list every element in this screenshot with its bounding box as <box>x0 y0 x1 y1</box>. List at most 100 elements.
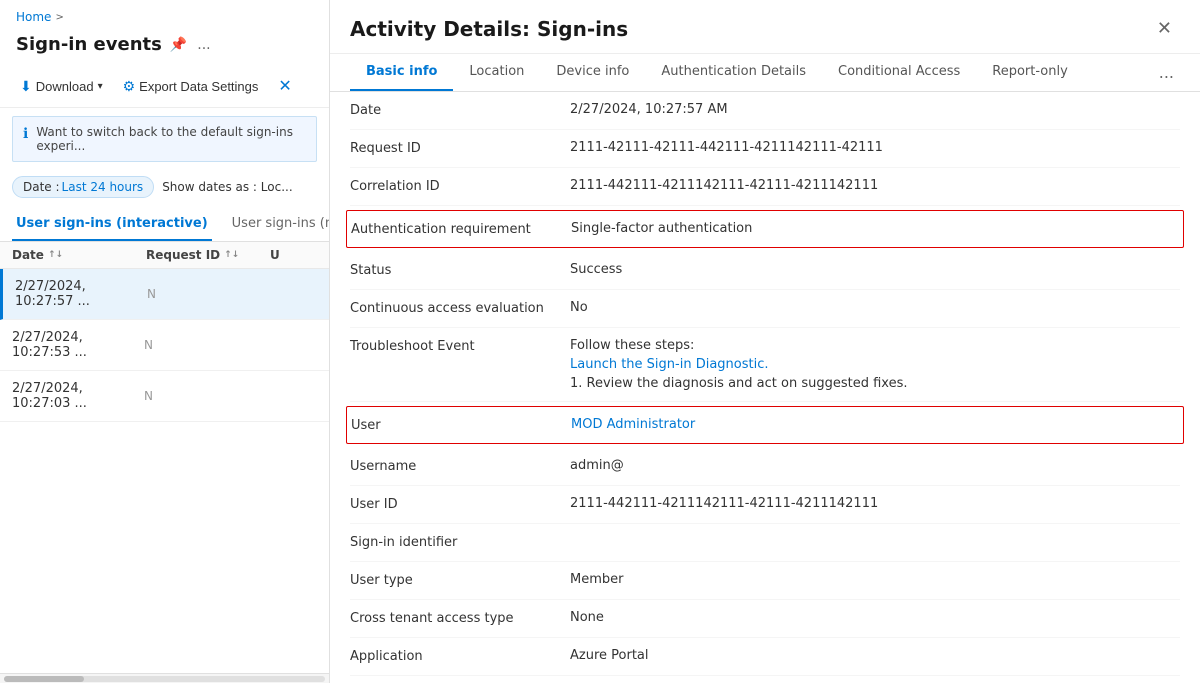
pin-icon[interactable]: 📌 <box>170 37 187 53</box>
detail-row-user-id: User ID 2111-442111-4211142111-42111-421… <box>350 486 1180 524</box>
value-user-type: Member <box>570 572 1180 587</box>
table-row[interactable]: 2/27/2024, 10:27:53 ... N <box>0 320 329 371</box>
table-header: Date ↑↓ Request ID ↑↓ U <box>0 242 329 269</box>
value-cross-tenant: None <box>570 610 1180 625</box>
label-user: User <box>351 417 571 433</box>
tab-report-only[interactable]: Report-only <box>976 54 1084 91</box>
tab-basic-info[interactable]: Basic info <box>350 54 453 91</box>
detail-row-cross-tenant: Cross tenant access type None <box>350 600 1180 638</box>
table-body: 2/27/2024, 10:27:57 ... N 2/27/2024, 10:… <box>0 269 329 673</box>
row-reqid: N <box>144 338 264 352</box>
value-application: Azure Portal <box>570 648 1180 663</box>
download-button[interactable]: ⬇ Download ▾ <box>12 73 111 100</box>
detail-row-user: User MOD Administrator <box>346 406 1184 444</box>
label-user-id: User ID <box>350 496 570 512</box>
label-application: Application <box>350 648 570 664</box>
export-label: Export Data Settings <box>139 79 258 94</box>
date-filter-chip[interactable]: Date : Last 24 hours <box>12 176 154 198</box>
detail-row-application: Application Azure Portal <box>350 638 1180 676</box>
panel-header: Activity Details: Sign-ins ✕ <box>330 0 1200 54</box>
value-continuous-access: No <box>570 300 1180 315</box>
label-signin-identifier: Sign-in identifier <box>350 534 570 550</box>
more-options-icon[interactable]: ... <box>197 37 210 53</box>
filter-row: Date : Last 24 hours Show dates as : Loc… <box>0 170 329 204</box>
troubleshoot-label: Troubleshoot Event <box>350 338 570 354</box>
detail-row-date: Date 2/27/2024, 10:27:57 AM <box>350 92 1180 130</box>
download-icon: ⬇ <box>20 78 32 95</box>
row-date: 2/27/2024, 10:27:03 ... <box>12 381 140 411</box>
reqid-sort-icon[interactable]: ↑↓ <box>224 250 239 260</box>
detail-row-status: Status Success <box>350 252 1180 290</box>
label-request-id: Request ID <box>350 140 570 156</box>
download-label: Download <box>36 79 94 94</box>
show-dates-label: Show dates as : Loc... <box>162 180 292 194</box>
detail-row-continuous-access: Continuous access evaluation No <box>350 290 1180 328</box>
tab-conditional-access[interactable]: Conditional Access <box>822 54 976 91</box>
breadcrumb: Home > <box>0 0 329 30</box>
value-username: admin@ <box>570 458 1180 473</box>
troubleshoot-section: Troubleshoot Event Follow these steps: L… <box>350 328 1180 402</box>
col-header-reqid: Request ID ↑↓ <box>146 248 266 262</box>
left-panel: Home > Sign-in events 📌 ... ⬇ Download ▾… <box>0 0 330 683</box>
table-row[interactable]: 2/27/2024, 10:27:03 ... N <box>0 371 329 422</box>
info-icon: ℹ <box>23 126 28 142</box>
tab-interactive[interactable]: User sign-ins (interactive) <box>12 208 212 241</box>
value-auth-requirement: Single-factor authentication <box>571 221 1179 236</box>
troubleshoot-steps-text: Follow these steps: <box>570 338 1180 353</box>
panel-tabs-more-icon[interactable]: ... <box>1153 55 1180 90</box>
value-user-link[interactable]: MOD Administrator <box>571 417 1179 432</box>
panel-content: Date 2/27/2024, 10:27:57 AM Request ID 2… <box>330 92 1200 683</box>
tab-device-info[interactable]: Device info <box>540 54 645 91</box>
detail-row-correlation-id: Correlation ID 2111-442111-4211142111-42… <box>350 168 1180 206</box>
label-username: Username <box>350 458 570 474</box>
row-reqid: N <box>147 287 267 301</box>
value-date: 2/27/2024, 10:27:57 AM <box>570 102 1180 117</box>
info-banner-text: Want to switch back to the default sign-… <box>36 125 306 153</box>
troubleshoot-review-text: 1. Review the diagnosis and act on sugge… <box>570 376 1180 391</box>
label-auth-requirement: Authentication requirement <box>351 221 571 237</box>
detail-row-signin-identifier: Sign-in identifier <box>350 524 1180 562</box>
left-tabs: User sign-ins (interactive) User sign-in… <box>0 208 329 242</box>
date-chip-value: Last 24 hours <box>62 180 144 194</box>
tab-auth-details[interactable]: Authentication Details <box>645 54 822 91</box>
dismiss-button[interactable]: ✕ <box>270 71 299 101</box>
col-header-u: U <box>270 248 317 262</box>
tab-location[interactable]: Location <box>453 54 540 91</box>
value-status: Success <box>570 262 1180 277</box>
download-chevron: ▾ <box>98 81 103 92</box>
breadcrumb-chevron: > <box>55 12 63 23</box>
detail-row-username: Username admin@ <box>350 448 1180 486</box>
horizontal-scrollbar[interactable] <box>0 673 329 683</box>
close-panel-button[interactable]: ✕ <box>1149 14 1180 43</box>
row-date: 2/27/2024, 10:27:53 ... <box>12 330 140 360</box>
gear-icon: ⚙ <box>123 78 136 95</box>
page-title: Sign-in events <box>16 34 162 55</box>
label-date: Date <box>350 102 570 118</box>
value-request-id: 2111-42111-42111-442111-4211142111-42111 <box>570 140 1180 155</box>
row-date: 2/27/2024, 10:27:57 ... <box>15 279 143 309</box>
close-x-icon: ✕ <box>278 76 291 96</box>
troubleshoot-content: Follow these steps: Launch the Sign-in D… <box>570 338 1180 391</box>
label-user-type: User type <box>350 572 570 588</box>
col-header-date: Date ↑↓ <box>12 248 142 262</box>
page-title-row: Sign-in events 📌 ... <box>0 30 329 65</box>
label-status: Status <box>350 262 570 278</box>
toolbar: ⬇ Download ▾ ⚙ Export Data Settings ✕ <box>0 65 329 108</box>
panel-title: Activity Details: Sign-ins <box>350 17 628 41</box>
date-chip-label: Date : <box>23 180 60 194</box>
value-correlation-id: 2111-442111-4211142111-42111-4211142111 <box>570 178 1180 193</box>
table-row[interactable]: 2/27/2024, 10:27:57 ... N <box>0 269 329 320</box>
label-cross-tenant: Cross tenant access type <box>350 610 570 626</box>
tab-non-interactive[interactable]: User sign-ins (non... <box>228 208 330 241</box>
detail-row-auth-requirement: Authentication requirement Single-factor… <box>346 210 1184 248</box>
right-panel: Activity Details: Sign-ins ✕ Basic info … <box>330 0 1200 683</box>
date-sort-icon[interactable]: ↑↓ <box>48 250 63 260</box>
export-settings-button[interactable]: ⚙ Export Data Settings <box>115 73 267 100</box>
label-continuous-access: Continuous access evaluation <box>350 300 570 316</box>
info-banner: ℹ Want to switch back to the default sig… <box>12 116 317 162</box>
detail-row-user-type: User type Member <box>350 562 1180 600</box>
row-reqid: N <box>144 389 264 403</box>
label-correlation-id: Correlation ID <box>350 178 570 194</box>
launch-diagnostic-link[interactable]: Launch the Sign-in Diagnostic. <box>570 357 1180 372</box>
home-link[interactable]: Home <box>16 10 51 24</box>
